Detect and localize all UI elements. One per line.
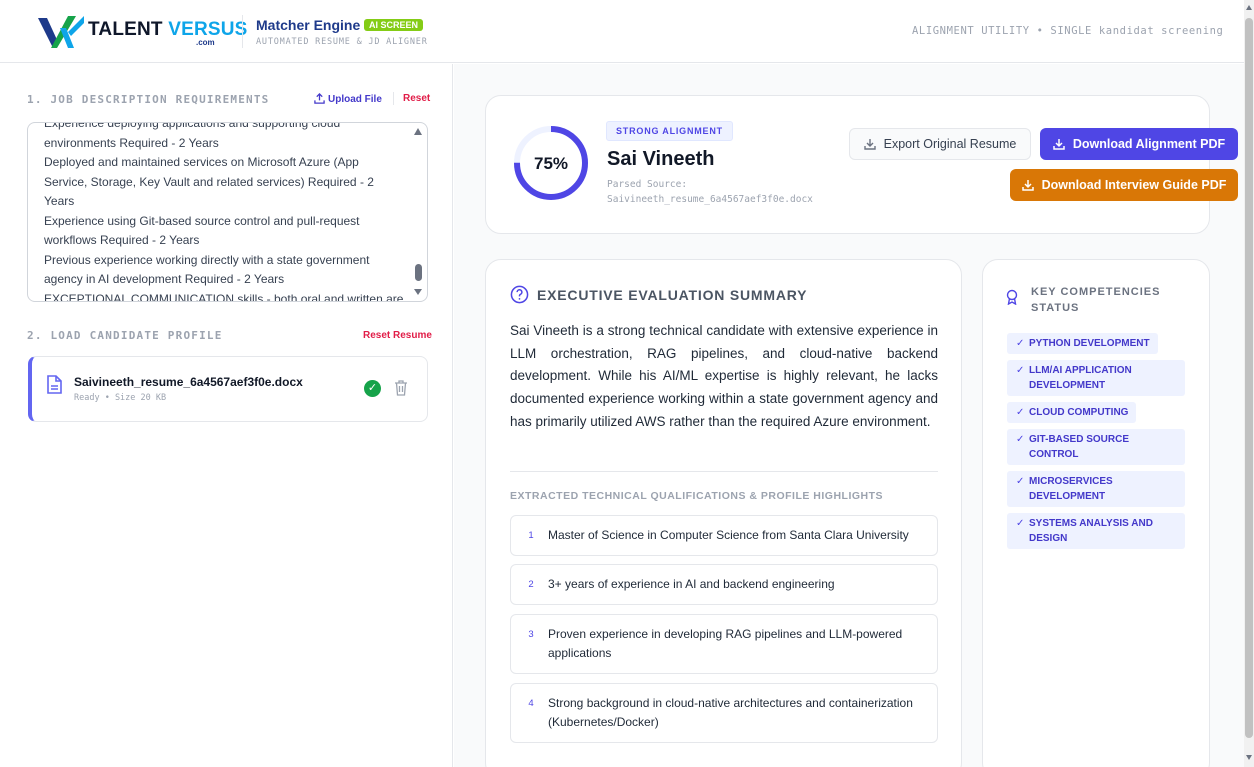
download-guide-label: Download Interview Guide PDF (1041, 178, 1227, 192)
logo-domain: .com (196, 38, 215, 47)
key-competencies-card: KEY COMPETENCIES STATUS ✓ PYTHON DEVELOPM… (982, 259, 1210, 767)
ai-screen-badge: AI SCREEN (364, 19, 424, 31)
export-label: Export Original Resume (883, 137, 1017, 151)
check-icon: ✓ (1016, 476, 1025, 487)
engine-subtitle: AUTOMATED RESUME & JD ALIGNER (256, 37, 428, 47)
parsed-source-file: Saivineeth_resume_6a4567aef3f0e.docx (607, 194, 813, 205)
qualification-text: Strong background in cloud-native archit… (548, 696, 913, 729)
award-icon (1006, 289, 1018, 305)
competency-tag: ✓ CLOUD COMPUTING (1007, 402, 1137, 423)
check-icon: ✓ (1016, 518, 1025, 529)
download-icon (1021, 180, 1034, 191)
download-interview-guide-button[interactable]: Download Interview Guide PDF (1010, 169, 1238, 201)
candidate-overview-card: 75% STRONG ALIGNMENT Sai Vineeth Parsed … (485, 95, 1238, 234)
check-icon: ✓ (1016, 434, 1025, 445)
executive-summary-card: EXECUTIVE EVALUATION SUMMARY Sai Vineeth… (485, 259, 962, 767)
scroll-up-arrow-icon[interactable] (1246, 5, 1252, 10)
jd-text-content: Experience deploying applications and su… (44, 122, 404, 302)
qualification-text: Proven experience in developing RAG pipe… (548, 627, 903, 660)
qualification-number: 4 (528, 698, 534, 709)
qualification-item: 2 3+ years of experience in AI and backe… (510, 564, 938, 605)
jd-scrollbar[interactable] (413, 125, 425, 299)
check-icon: ✓ (1016, 338, 1025, 349)
trash-icon[interactable] (394, 380, 408, 396)
check-icon: ✓ (1016, 407, 1025, 418)
input-panel: 1. JOB DESCRIPTION REQUIREMENTS Upload F… (0, 64, 453, 767)
candidate-section-label: 2. LOAD CANDIDATE PROFILE (27, 329, 223, 342)
download-alignment-label: Download Alignment PDF (1072, 137, 1226, 151)
engine-title: Matcher Engine (256, 17, 361, 33)
alignment-status-badge: STRONG ALIGNMENT (606, 121, 733, 141)
uploaded-file-card: Saivineeth_resume_6a4567aef3f0e.docx Rea… (28, 356, 428, 422)
jd-scroll-thumb[interactable] (415, 264, 422, 281)
competency-tag: ✓ LLM/AI APPLICATION DEVELOPMENT (1007, 360, 1185, 396)
competency-tag: ✓ GIT-BASED SOURCE CONTROL (1007, 429, 1185, 465)
summary-text: Sai Vineeth is a strong technical candid… (510, 323, 938, 429)
summary-heading: EXECUTIVE EVALUATION SUMMARY (510, 285, 807, 304)
download-alignment-pdf-button[interactable]: Download Alignment PDF (1040, 128, 1238, 160)
logo-text: TALENT VERSUS (88, 19, 248, 40)
qualification-item: 4 Strong background in cloud-native arch… (510, 683, 938, 743)
results-area: 75% STRONG ALIGNMENT Sai Vineeth Parsed … (454, 64, 1244, 767)
page-scrollbar[interactable] (1244, 0, 1254, 767)
check-circle-icon: ✓ (364, 380, 381, 397)
qualification-number: 3 (528, 629, 534, 640)
qualification-text: Master of Science in Computer Science fr… (548, 528, 909, 542)
export-original-resume-button[interactable]: Export Original Resume (849, 128, 1031, 160)
competency-tag: ✓ MICROSERVICES DEVELOPMENT (1007, 471, 1185, 507)
scroll-down-arrow-icon[interactable] (1246, 755, 1252, 760)
app-header: TALENT VERSUS .com Matcher Engine AI SCR… (0, 0, 1244, 63)
link-separator (393, 92, 394, 105)
logo-mark-icon (38, 16, 84, 48)
upload-file-label: Upload File (328, 94, 382, 105)
jd-scroll-down-icon[interactable] (414, 289, 422, 295)
question-circle-icon (510, 285, 529, 304)
jd-section-label: 1. JOB DESCRIPTION REQUIREMENTS (27, 93, 270, 106)
qualifications-heading: EXTRACTED TECHNICAL QUALIFICATIONS & PRO… (510, 490, 884, 502)
upload-file-button[interactable]: Upload File (314, 93, 382, 105)
jd-scroll-up-icon[interactable] (414, 128, 422, 135)
parsed-source-label: Parsed Source: (607, 179, 688, 190)
qualification-item: 3 Proven experience in developing RAG pi… (510, 614, 938, 674)
scroll-thumb[interactable] (1245, 18, 1253, 738)
file-meta: Ready • Size 20 KB (74, 393, 167, 403)
competency-tag: ✓ PYTHON DEVELOPMENT (1007, 333, 1158, 354)
document-icon (47, 375, 62, 394)
competencies-title: KEY COMPETENCIES STATUS (1031, 286, 1161, 314)
candidate-name: Sai Vineeth (607, 148, 715, 170)
qualification-number: 1 (528, 530, 534, 541)
reset-jd-button[interactable]: Reset (403, 93, 430, 104)
alignment-score-value: 75% (533, 154, 569, 173)
competency-tag: ✓ SYSTEMS ANALYSIS AND DESIGN (1007, 513, 1185, 549)
upload-icon (314, 93, 325, 104)
qualification-number: 2 (528, 579, 534, 590)
jd-textarea[interactable]: Experience deploying applications and su… (27, 122, 428, 302)
qualification-text: 3+ years of experience in AI and backend… (548, 577, 835, 591)
header-divider (242, 15, 243, 48)
file-name: Saivineeth_resume_6a4567aef3f0e.docx (74, 375, 303, 389)
download-icon (1053, 139, 1065, 150)
check-icon: ✓ (1016, 365, 1025, 376)
qualification-item: 1 Master of Science in Computer Science … (510, 515, 938, 556)
reset-resume-button[interactable]: Reset Resume (363, 330, 432, 341)
utility-status-text: ALIGNMENT UTILITY • SINGLE kandidat scre… (912, 25, 1224, 37)
talent-versus-logo[interactable]: TALENT VERSUS .com (38, 14, 247, 50)
summary-divider (510, 471, 938, 472)
download-icon (863, 139, 876, 150)
